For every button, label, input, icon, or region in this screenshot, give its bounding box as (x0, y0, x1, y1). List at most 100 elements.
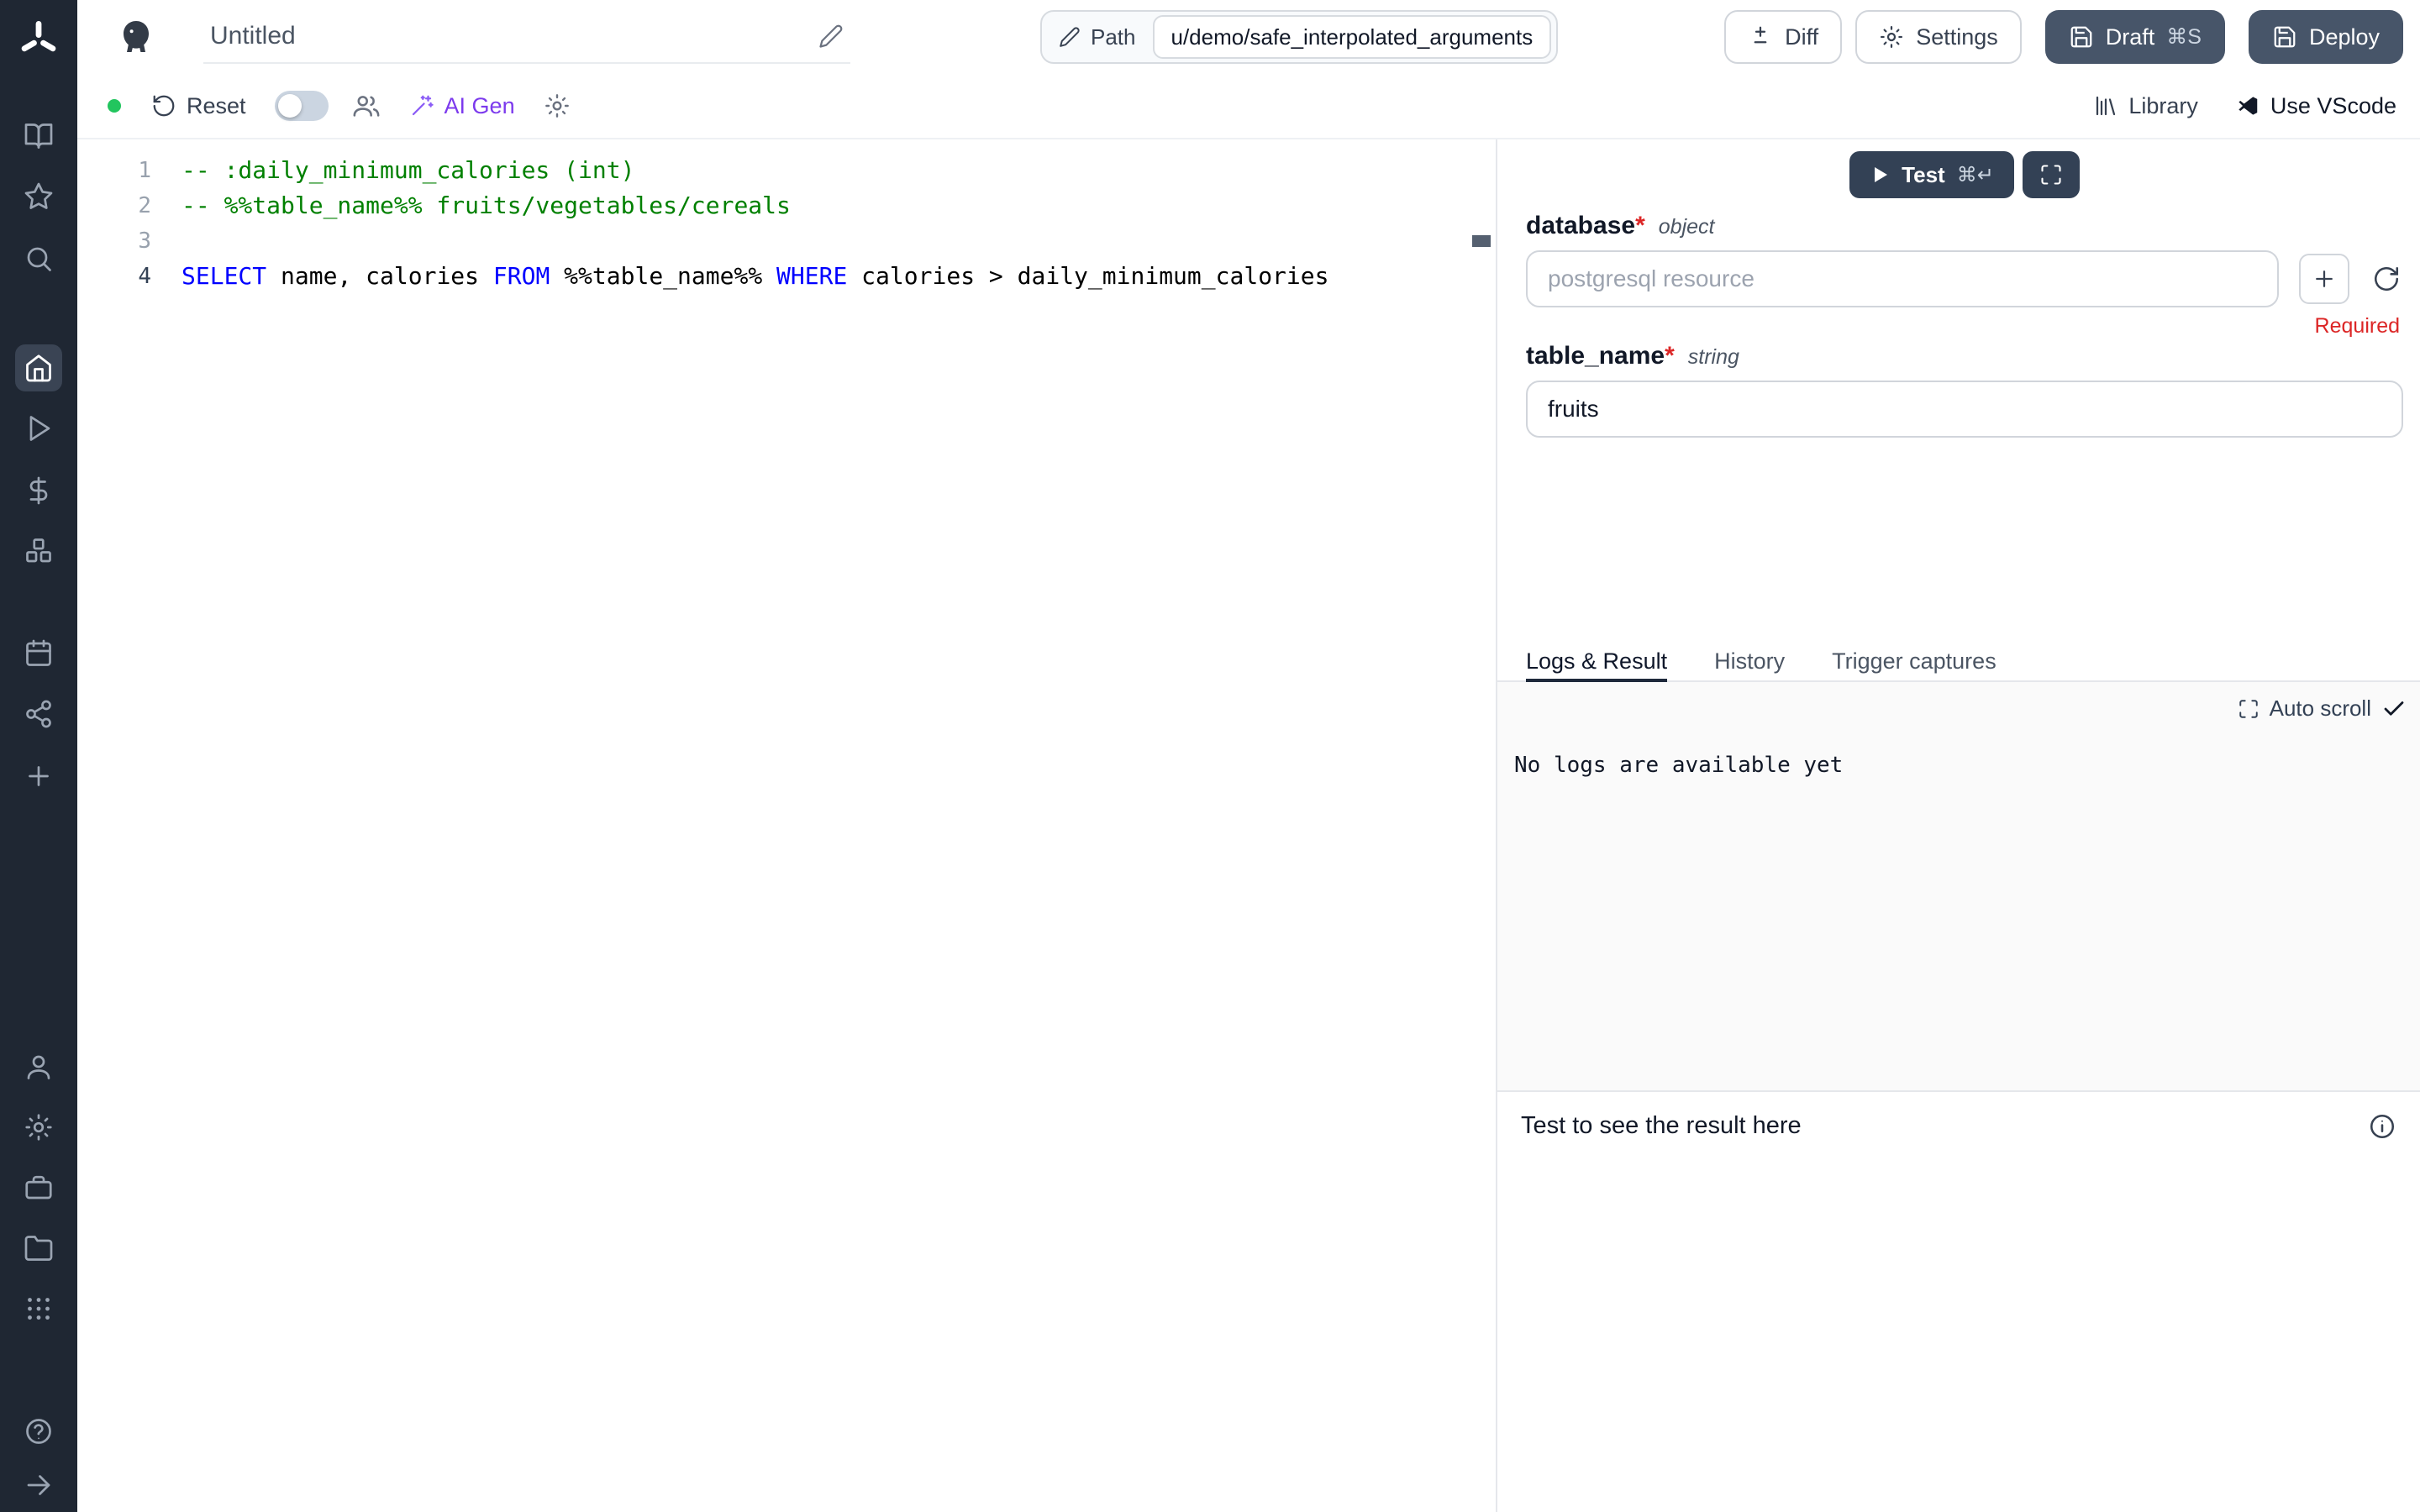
star-icon[interactable] (15, 173, 62, 220)
panel-tabs: Logs & Result History Trigger captures (1497, 637, 2420, 682)
script-title-field[interactable]: Untitled (203, 10, 850, 64)
multiplayer-users-icon[interactable] (352, 92, 381, 120)
code-line-4[interactable]: SELECT name, calories FROM %%table_name%… (182, 259, 1496, 294)
refresh-resources-button[interactable] (2370, 265, 2403, 293)
database-field-type: object (1659, 215, 1715, 239)
path-label: Path (1091, 24, 1136, 50)
status-dot (108, 99, 121, 113)
result-hint: Test to see the result here (1521, 1112, 1802, 1140)
script-title: Untitled (210, 22, 296, 50)
tab-logs-result[interactable]: Logs & Result (1526, 637, 1667, 680)
diff-button[interactable]: Diff (1724, 10, 1842, 64)
deploy-button[interactable]: Deploy (2249, 10, 2403, 64)
draft-button[interactable]: Draft ⌘S (2045, 10, 2225, 64)
collapse-arrow-icon[interactable] (15, 1462, 62, 1509)
deploy-label: Deploy (2309, 24, 2380, 50)
user-icon[interactable] (15, 1043, 62, 1090)
required-star: * (1635, 212, 1645, 239)
topbar: Untitled Path u/demo/safe_interpolated_a… (77, 0, 2420, 74)
editor-settings-gear-icon[interactable] (544, 92, 571, 119)
code-keyword: FROM (493, 262, 550, 290)
code-keyword: SELECT (182, 262, 266, 290)
ai-gen-button[interactable]: AI Gen (409, 93, 515, 119)
reset-icon (151, 93, 176, 118)
code-editor[interactable]: 1 2 3 4 -- :daily_minimum_calories (int)… (77, 139, 1496, 1512)
resources-boxes-icon[interactable] (15, 528, 62, 575)
pencil-icon (1059, 26, 1081, 48)
settings-button[interactable]: Settings (1855, 10, 2022, 64)
edit-title-pencil-icon[interactable] (818, 24, 844, 49)
tab-history[interactable]: History (1714, 637, 1785, 680)
topbar-actions: Diff Settings Draft ⌘S Deploy (1724, 10, 2403, 64)
autoscroll-control[interactable]: Auto scroll (2238, 696, 2407, 722)
runs-play-icon[interactable] (15, 405, 62, 452)
right-panel: Test ⌘↵ database* object (1496, 139, 2420, 1512)
help-icon[interactable] (15, 1408, 62, 1455)
folders-icon[interactable] (15, 1225, 62, 1272)
variables-dollar-icon[interactable] (15, 467, 62, 514)
scrollbar-marker[interactable] (1472, 235, 1491, 247)
table-name-input[interactable] (1526, 381, 2403, 438)
line-number-gutter: 1 2 3 4 (77, 153, 182, 1512)
diff-mode-toggle[interactable] (275, 91, 329, 121)
toggle-knob (278, 94, 302, 118)
vscode-icon (2235, 93, 2260, 118)
flows-share-icon[interactable] (15, 690, 62, 738)
code-line-1[interactable]: -- :daily_minimum_calories (int) (182, 153, 1496, 188)
windmill-logo[interactable] (15, 15, 62, 62)
database-field-label: database* (1526, 212, 1645, 240)
test-label: Test (1902, 162, 1945, 188)
reset-button[interactable]: Reset (151, 93, 246, 119)
library-button[interactable]: Library (2093, 93, 2198, 119)
book-icon[interactable] (15, 113, 62, 160)
required-star: * (1665, 342, 1675, 370)
autoscroll-label: Auto scroll (2270, 696, 2371, 722)
tab-trigger-captures[interactable]: Trigger captures (1832, 637, 1996, 680)
expand-logs-icon[interactable] (2238, 698, 2260, 720)
line-number: 1 (77, 153, 182, 188)
editor-toolbar: Reset AI Gen Library Use VScode (77, 74, 2420, 139)
ai-gen-label: AI Gen (445, 93, 515, 119)
search-icon[interactable] (15, 235, 62, 282)
schedules-calendar-icon[interactable] (15, 630, 62, 677)
table-name-field-label-row: table_name* string (1526, 342, 2403, 370)
settings-gear-icon[interactable] (15, 1104, 62, 1151)
workers-briefcase-icon[interactable] (15, 1164, 62, 1211)
app-root: Untitled Path u/demo/safe_interpolated_a… (0, 0, 2420, 1512)
diff-label: Diff (1785, 24, 1818, 50)
reset-label: Reset (187, 93, 246, 119)
use-vscode-button[interactable]: Use VScode (2235, 93, 2396, 119)
info-icon[interactable] (2368, 1112, 2396, 1141)
test-shortcut: ⌘↵ (1957, 163, 1994, 187)
table-name-field-label: table_name* (1526, 342, 1675, 370)
save-icon (2272, 24, 2297, 50)
expand-test-button[interactable] (2023, 151, 2080, 198)
settings-label: Settings (1916, 24, 1998, 50)
table-name-field-type: string (1688, 345, 1739, 370)
test-button[interactable]: Test ⌘↵ (1849, 151, 2014, 198)
path-value[interactable]: u/demo/safe_interpolated_arguments (1153, 15, 1552, 59)
apps-grid-icon[interactable] (15, 1285, 62, 1332)
code-line-3[interactable] (182, 223, 1496, 259)
code-text: %%table_name%% (550, 262, 776, 290)
required-note: Required (1526, 314, 2403, 339)
save-icon (2069, 24, 2094, 50)
code-surface[interactable]: -- :daily_minimum_calories (int) -- %%ta… (182, 153, 1496, 1512)
code-line-2[interactable]: -- %%table_name%% fruits/vegetables/cere… (182, 188, 1496, 223)
expand-icon (2039, 163, 2063, 186)
add-plus-icon[interactable] (15, 753, 62, 800)
line-number: 3 (77, 223, 182, 259)
test-form-section: Test ⌘↵ database* object (1497, 139, 2420, 637)
result-panel: Test to see the result here (1497, 1090, 2420, 1512)
refresh-icon (2372, 265, 2401, 293)
path-pill[interactable]: Path u/demo/safe_interpolated_arguments (1040, 10, 1558, 64)
home-icon[interactable] (15, 344, 62, 391)
test-row: Test ⌘↵ (1526, 151, 2403, 198)
wand-icon (409, 93, 434, 118)
code-comment: -- :daily_minimum_calories (int) (182, 156, 634, 184)
database-input[interactable] (1526, 250, 2279, 307)
check-icon[interactable] (2381, 696, 2407, 722)
code-text: calories > daily_minimum_calories (847, 262, 1328, 290)
use-vscode-label: Use VScode (2270, 93, 2396, 119)
add-resource-button[interactable] (2299, 254, 2349, 304)
